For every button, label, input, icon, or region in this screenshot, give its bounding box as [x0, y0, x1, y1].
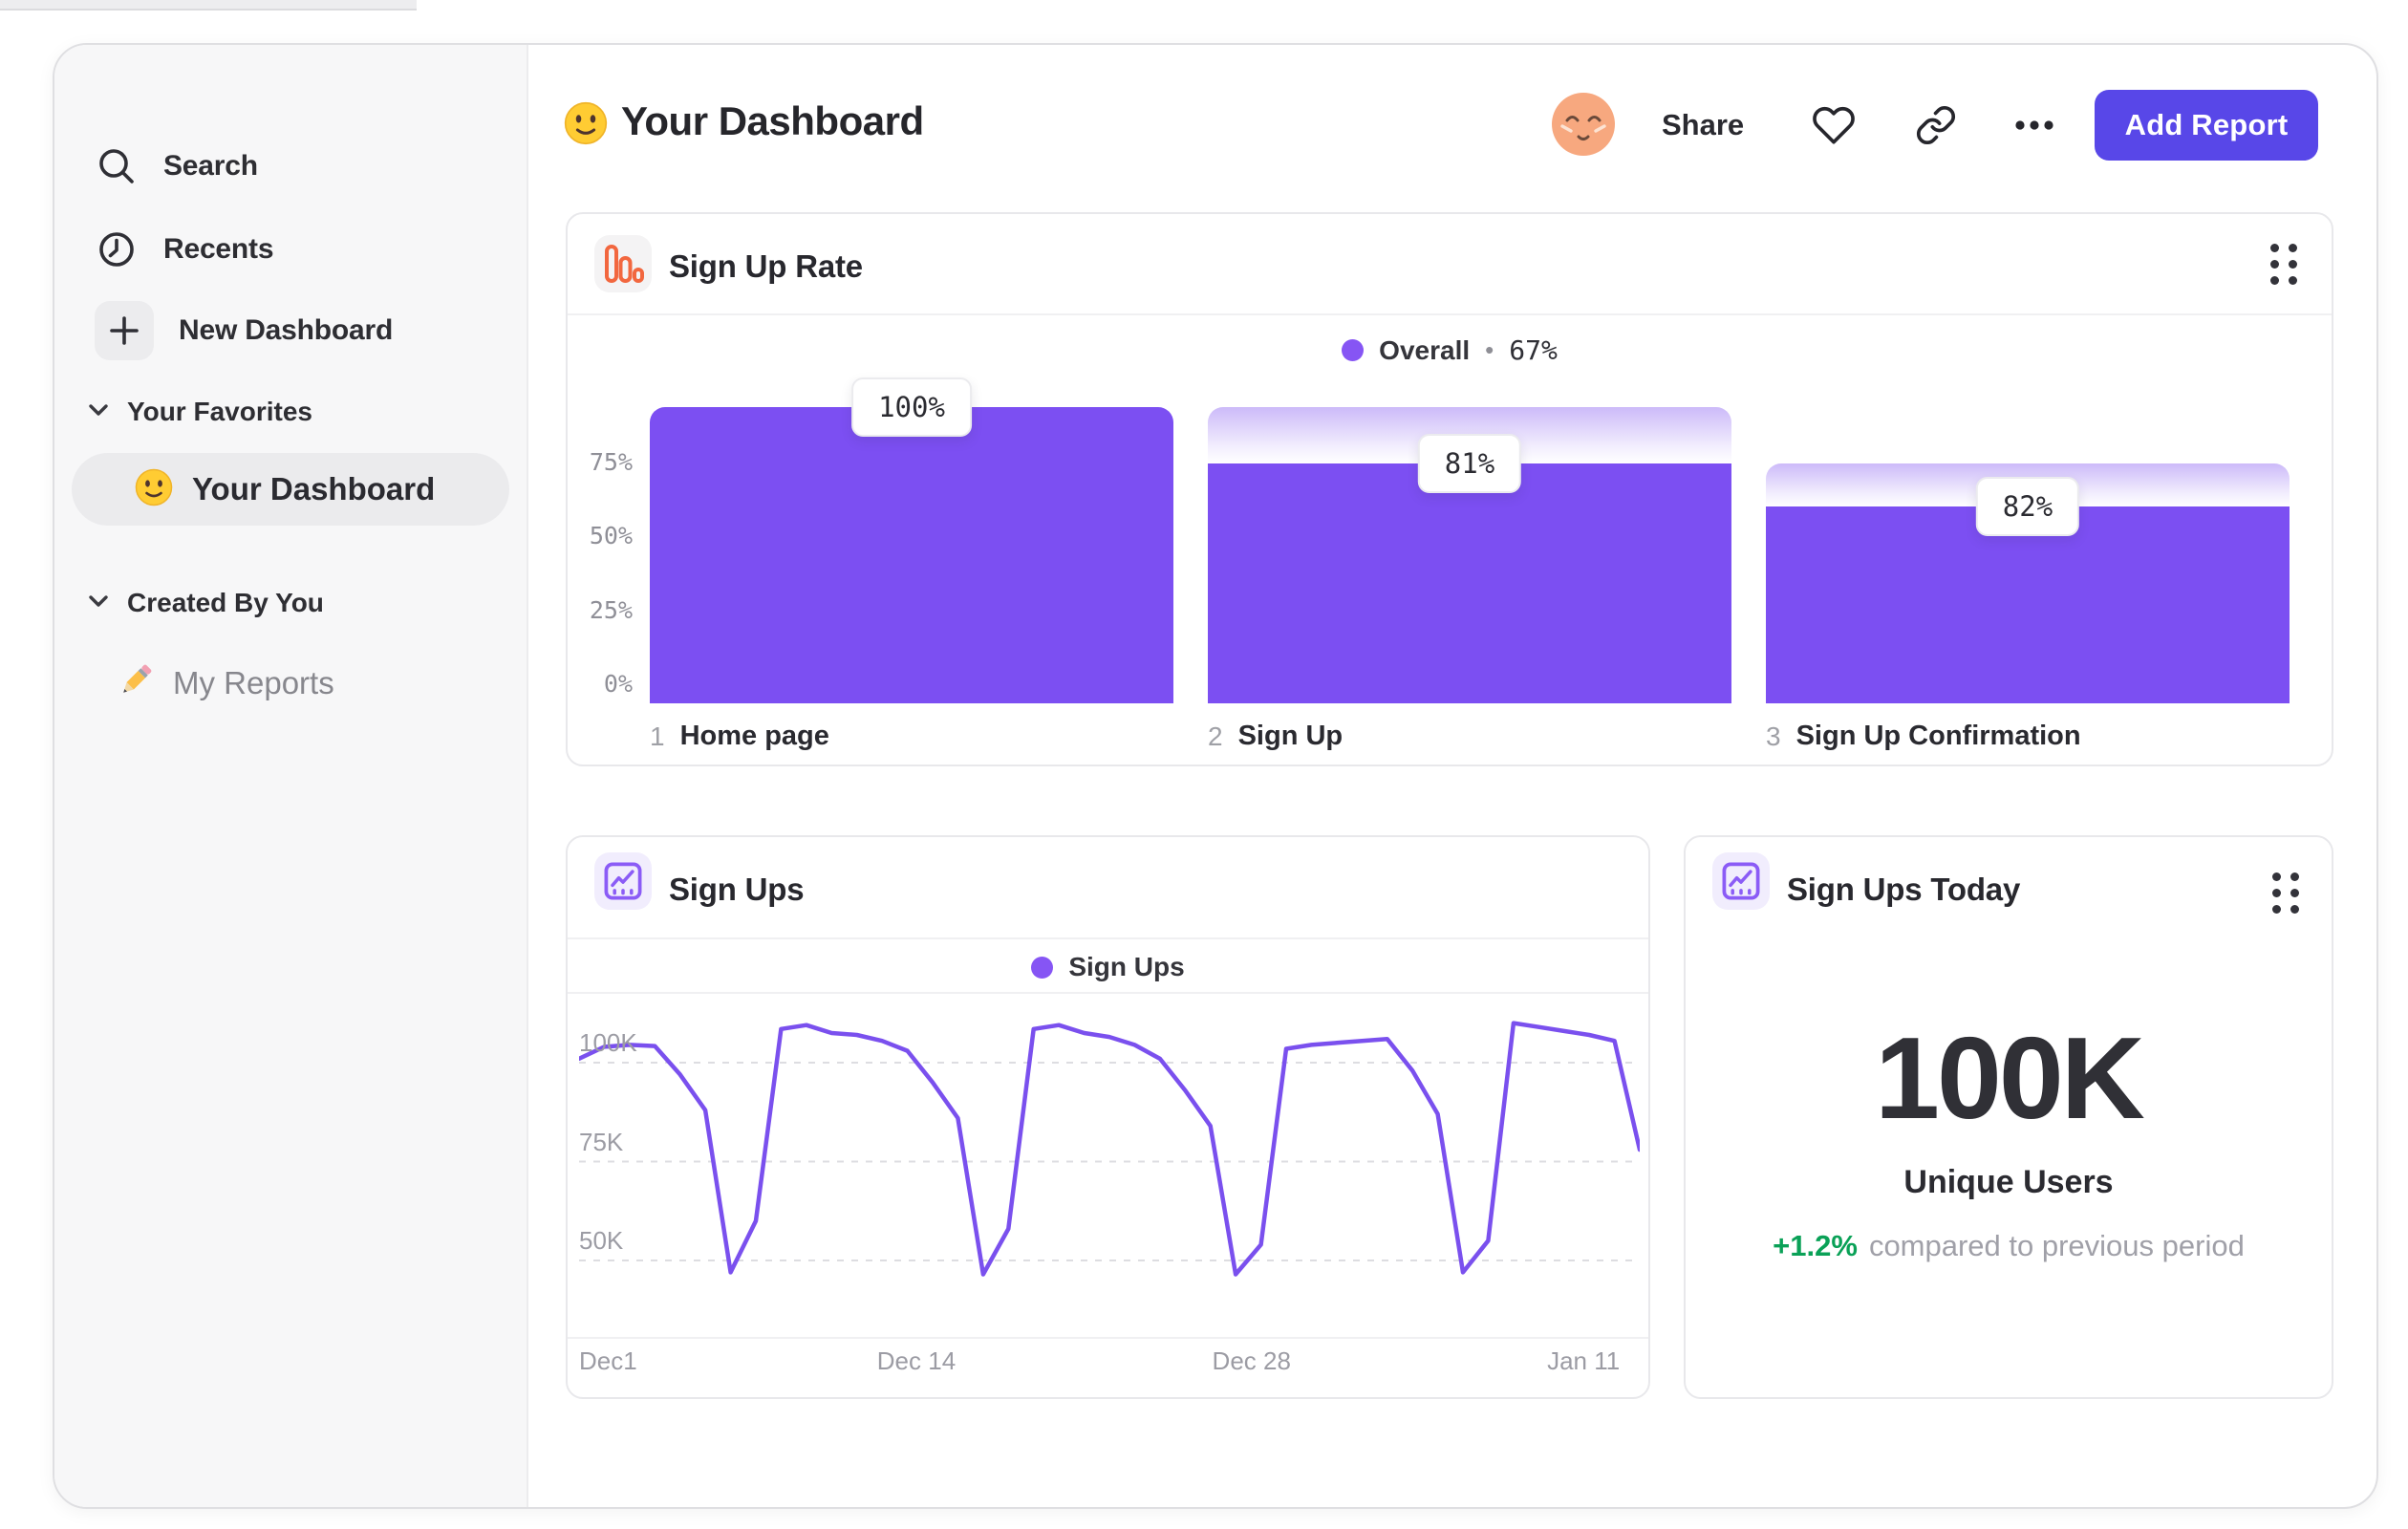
line-series-path	[576, 1021, 1643, 1277]
line-plot: 100K 75K 50K	[576, 1002, 1643, 1337]
card-header: Sign Ups	[568, 837, 1648, 937]
y-axis-tick: 25%	[589, 595, 633, 624]
more-options-icon[interactable]	[2011, 102, 2057, 148]
plus-icon	[95, 301, 154, 360]
favorite-heart-icon[interactable]	[1811, 102, 1857, 148]
funnel-step-label: 3 Sign Up Confirmation	[1766, 721, 2081, 751]
avatar[interactable]	[1551, 92, 1616, 157]
card-title: Sign Ups	[669, 872, 805, 907]
sidebar-item-recents[interactable]: Recents	[95, 227, 274, 271]
drag-handle-icon[interactable]	[2265, 870, 2307, 915]
share-button[interactable]: Share	[1662, 108, 1744, 142]
stat-delta-caption: compared to previous period	[1868, 1229, 2245, 1262]
header-divider	[568, 937, 1648, 939]
card-header: Sign Ups Today	[1686, 837, 2332, 937]
funnel-step-label: 1 Home page	[650, 721, 829, 751]
x-axis-divider	[568, 1337, 1648, 1339]
stat-unit-label: Unique Users	[1903, 1164, 2114, 1200]
y-axis-tick: 100K	[579, 1028, 637, 1057]
sidebar-item-new-dashboard[interactable]: New Dashboard	[95, 301, 393, 360]
smiley-emoji	[564, 101, 608, 150]
sidebar-item-label: New Dashboard	[179, 314, 394, 346]
funnel-bar[interactable]	[650, 407, 1173, 703]
card-sign-up-rate: Sign Up Rate Overall • 67% 75% 50% 25% 0% 10…	[566, 212, 2333, 766]
chevron-down-icon	[87, 593, 110, 614]
stat-delta-row: +1.2% compared to previous period	[1686, 1229, 2332, 1263]
page-title: Your Dashboard	[621, 98, 924, 143]
section-title: Your Favorites	[127, 397, 312, 426]
x-axis-tick: Jan 11	[1547, 1346, 1621, 1375]
funnel-bar[interactable]	[1208, 463, 1731, 703]
stat-value: 100K	[1875, 1013, 2145, 1143]
clock-icon	[95, 227, 139, 271]
browser-edge-artifact	[0, 0, 417, 11]
line-chart-icon	[1712, 852, 1770, 910]
copy-link-icon[interactable]	[1913, 102, 1959, 148]
conversion-badge: 82%	[1975, 477, 2080, 537]
sidebar-item-label: Search	[163, 150, 258, 182]
y-axis-tick: 0%	[603, 670, 633, 698]
line-chart-icon	[594, 852, 652, 910]
sidebar-item-search[interactable]: Search	[95, 144, 258, 188]
conversion-badge: 100%	[851, 377, 972, 437]
card-title: Sign Ups Today	[1787, 872, 2021, 907]
sidebar: Search Recents New Dashboard Your Favori…	[54, 45, 528, 1507]
sidebar-item-label: Recents	[163, 233, 274, 265]
x-axis-tick: Dec1	[579, 1346, 637, 1375]
x-axis: Dec1 Dec 14 Dec 28 Jan 11	[579, 1346, 1640, 1389]
sidebar-item-label: My Reports	[173, 664, 334, 700]
sidebar-item-label: Your Dashboard	[192, 471, 436, 506]
y-axis-tick: 75%	[589, 447, 633, 476]
y-axis-tick: 50%	[589, 522, 633, 549]
add-report-button[interactable]: Add Report	[2095, 90, 2318, 161]
card-sign-ups: Sign Ups Sign Ups 100K 75K 50K Dec1 Dec 14 D…	[566, 835, 1650, 1399]
search-icon	[95, 144, 139, 188]
line-chart-svg	[576, 1021, 1643, 1277]
sidebar-item-my-reports[interactable]: My Reports	[116, 660, 334, 705]
legend-divider	[568, 992, 1648, 994]
legend-dot	[1031, 956, 1054, 979]
y-axis-tick: 75K	[579, 1127, 624, 1156]
legend-series-name: Sign Ups	[1068, 952, 1185, 981]
chevron-down-icon	[87, 402, 110, 422]
smiley-emoji	[135, 468, 173, 511]
screen: Search Recents New Dashboard Your Favori…	[0, 0, 2408, 1529]
conversion-badge: 81%	[1417, 433, 1522, 493]
sidebar-section-created-by-you[interactable]: Created By You	[87, 588, 324, 618]
sidebar-section-your-favorites[interactable]: Your Favorites	[87, 397, 312, 427]
pencil-emoji	[116, 660, 156, 705]
stat-delta: +1.2%	[1773, 1229, 1858, 1262]
funnel-step-label: 2 Sign Up	[1208, 721, 1344, 751]
funnel-plot: 75% 50% 25% 0% 100% 1 Home page 81% 2 Sign Up 82% 3…	[568, 214, 2332, 764]
sidebar-item-your-dashboard[interactable]: Your Dashboard	[72, 453, 509, 526]
section-title: Created By You	[127, 588, 324, 617]
x-axis-tick: Dec 14	[876, 1346, 957, 1375]
app-window: Search Recents New Dashboard Your Favori…	[53, 43, 2378, 1509]
x-axis-tick: Dec 28	[1212, 1346, 1291, 1375]
y-axis-tick: 50K	[579, 1226, 624, 1255]
line-legend[interactable]: Sign Ups	[568, 952, 1648, 982]
card-sign-ups-today: Sign Ups Today 100K Unique Users +1.2% co…	[1684, 835, 2333, 1399]
